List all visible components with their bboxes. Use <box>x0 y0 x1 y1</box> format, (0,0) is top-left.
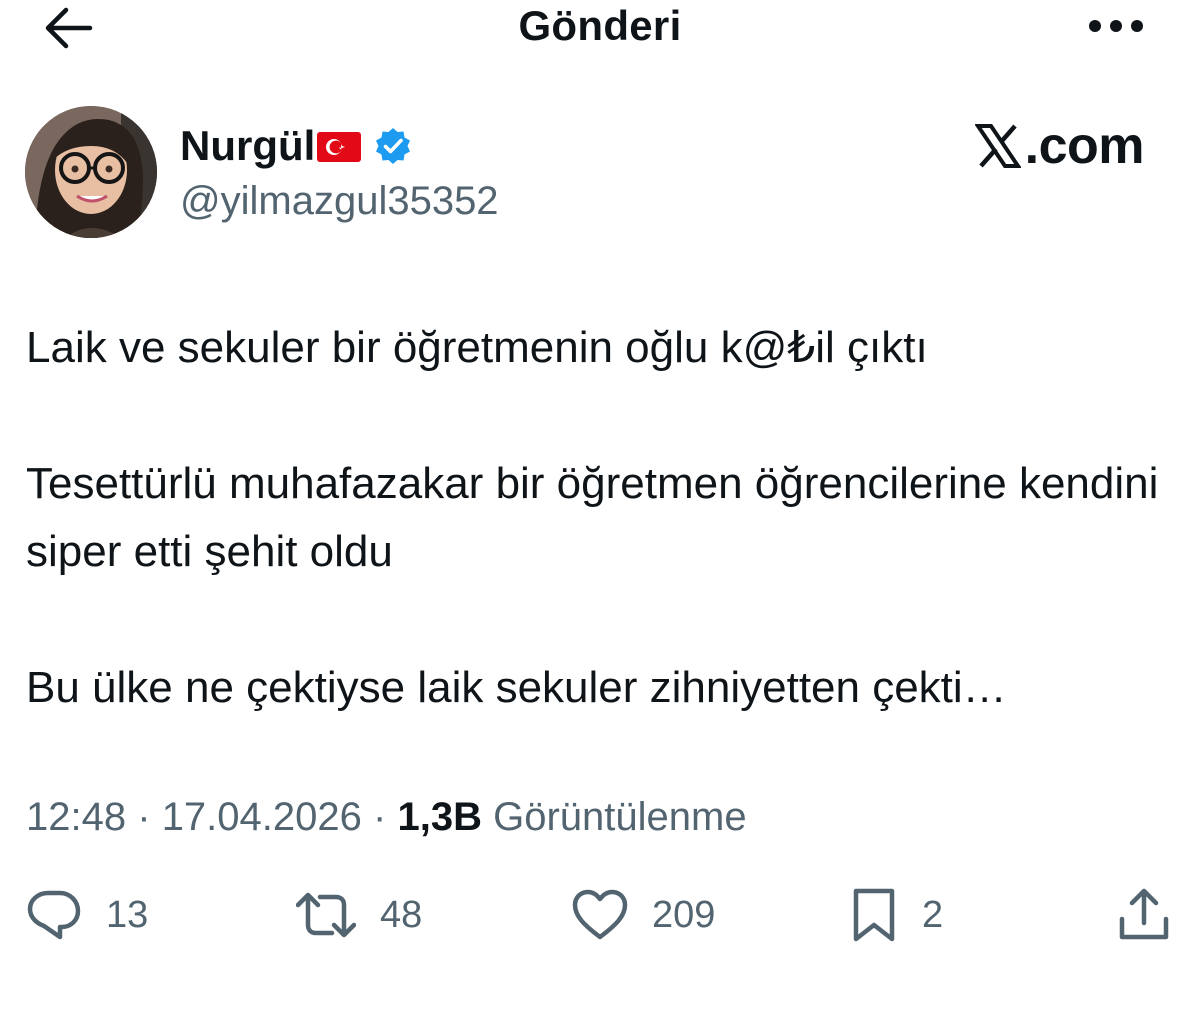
page-title: Gönderi <box>518 2 682 49</box>
verified-badge-icon[interactable] <box>373 126 413 166</box>
watermark-text: .com <box>1024 117 1145 175</box>
share-button[interactable] <box>1116 880 1172 950</box>
profile-photo <box>25 106 157 238</box>
share-icon <box>1119 888 1169 940</box>
views-count[interactable]: 1,3B <box>397 795 482 839</box>
views-label[interactable]: Görüntülenme <box>493 795 746 839</box>
action-bar: 13 48 209 2 <box>0 880 1200 950</box>
more-options-button[interactable] <box>1084 8 1148 44</box>
reply-button[interactable]: 13 <box>26 880 148 950</box>
bookmark-button[interactable]: 2 <box>850 880 943 950</box>
repost-count: 48 <box>380 894 423 936</box>
repost-icon <box>296 892 356 938</box>
x-com-watermark: .com <box>974 117 1145 175</box>
tweet-paragraph: Laik ve sekuler bir öğretmenin oğlu k@₺i… <box>26 323 928 372</box>
author-name-row[interactable]: Nurgül <box>180 120 413 172</box>
top-bar: Gönderi <box>0 0 1200 60</box>
meta-separator: · <box>137 795 151 839</box>
tweet-paragraph: Tesettürlü muhafazakar bir öğretmen öğre… <box>26 459 1159 576</box>
tweet-time[interactable]: 12:48 <box>26 795 126 839</box>
bookmark-count: 2 <box>922 894 944 936</box>
author-name[interactable]: Nurgül <box>180 120 315 172</box>
tweet-text: Laik ve sekuler bir öğretmenin oğlu k@₺i… <box>26 314 1186 722</box>
heart-icon <box>572 889 628 940</box>
like-count: 209 <box>652 894 716 936</box>
bookmark-icon <box>853 888 895 942</box>
repost-button[interactable]: 48 <box>296 880 422 950</box>
author-handle[interactable]: @yilmazgul35352 <box>180 176 499 226</box>
more-horizontal-icon <box>1089 20 1143 32</box>
turkey-flag-emoji <box>317 132 362 162</box>
reply-icon <box>27 890 81 940</box>
avatar[interactable] <box>25 106 157 238</box>
tweet-meta: 12:48 · 17.04.2026 · 1,3B Görüntülenme <box>26 792 747 842</box>
tweet-paragraph: Bu ülke ne çektiyse laik sekuler zihniye… <box>26 663 1007 712</box>
x-logo-icon <box>974 124 1021 168</box>
like-button[interactable]: 209 <box>572 880 715 950</box>
meta-separator: · <box>373 795 387 839</box>
tweet-date[interactable]: 17.04.2026 <box>162 795 362 839</box>
reply-count: 13 <box>106 894 149 936</box>
